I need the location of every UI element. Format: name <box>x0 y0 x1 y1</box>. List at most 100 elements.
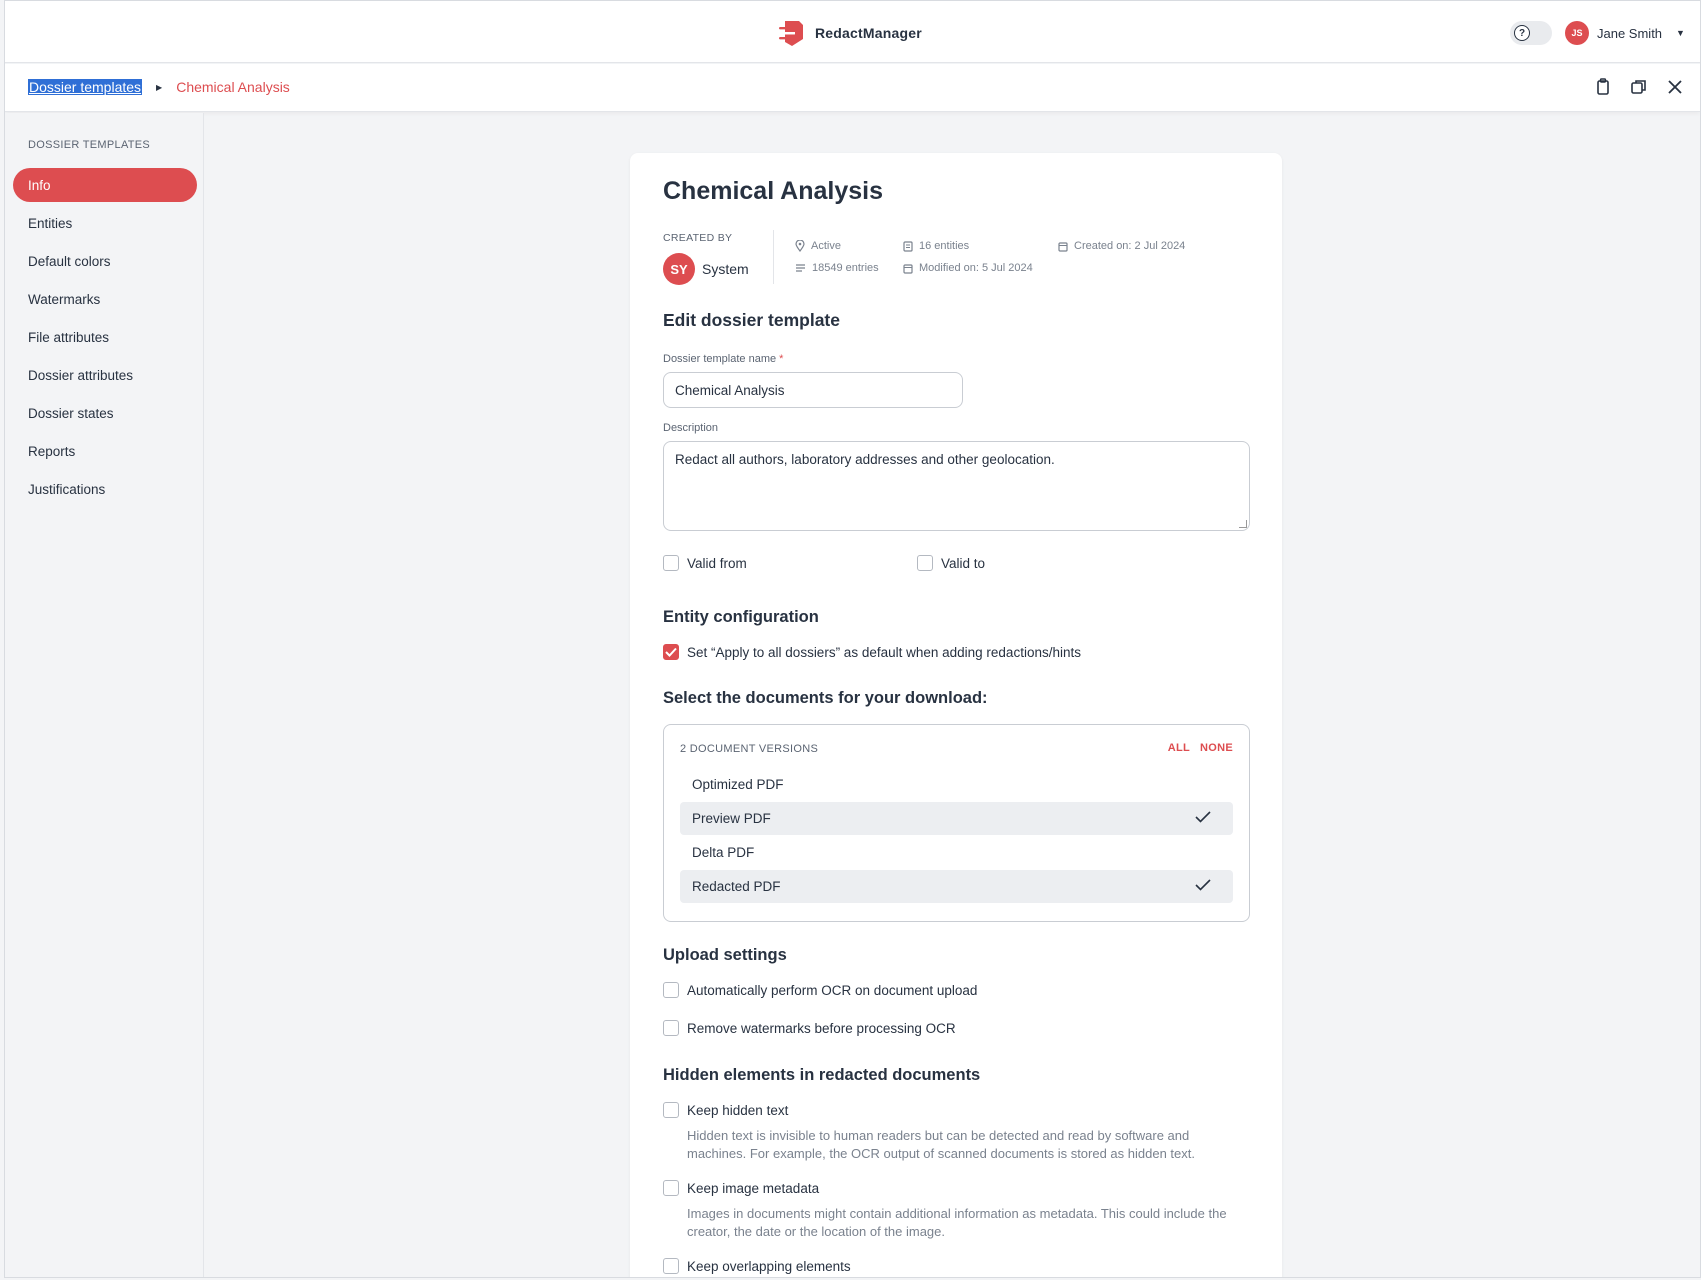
chevron-right-icon: ▶ <box>156 82 163 92</box>
copy-icon <box>1631 80 1646 94</box>
status-text: Active <box>811 240 841 252</box>
close-button[interactable] <box>1664 76 1686 98</box>
checkbox-icon <box>917 555 933 571</box>
entity-config-heading: Entity configuration <box>663 608 819 626</box>
doc-option-label: Preview PDF <box>692 811 771 826</box>
doc-option-redacted-pdf[interactable]: Redacted PDF <box>680 870 1233 903</box>
checkbox-checked-icon <box>663 644 679 660</box>
select-none-link[interactable]: NONE <box>1200 742 1233 754</box>
valid-to-label: Valid to <box>941 555 986 571</box>
checkbox-icon <box>663 1180 679 1196</box>
select-all-link[interactable]: ALL <box>1168 742 1190 754</box>
redactmanager-logo-icon <box>779 21 803 46</box>
sidebar-item-label: Info <box>28 177 51 193</box>
keep-hidden-text-checkbox[interactable]: Keep hidden text <box>663 1102 788 1118</box>
selection-links: ALL NONE <box>1168 742 1233 754</box>
delete-template-button[interactable] <box>1592 76 1614 98</box>
auto-ocr-label: Automatically perform OCR on document up… <box>687 982 978 998</box>
template-name-value: Chemical Analysis <box>675 382 785 398</box>
upload-heading: Upload settings <box>663 946 787 964</box>
checkbox-icon <box>663 1258 679 1274</box>
chevron-down-icon: ▼ <box>1676 28 1685 38</box>
entries-stat: 18549 entries <box>795 262 879 274</box>
breadcrumb-current[interactable]: Chemical Analysis <box>176 79 290 95</box>
sidebar-item-dossier-attributes[interactable]: Dossier attributes <box>13 358 197 392</box>
location-pin-icon <box>795 240 805 252</box>
name-label: Dossier template name * <box>663 353 783 365</box>
created-by-label: CREATED BY <box>663 232 733 244</box>
creator-avatar: SY <box>663 253 695 285</box>
modified-text: Modified on: 5 Jul 2024 <box>919 262 1033 274</box>
list-icon <box>796 264 805 272</box>
creator: SY System <box>663 253 749 285</box>
help-mode-toggle[interactable]: ? <box>1510 21 1552 45</box>
help-icon: ? <box>1514 25 1530 41</box>
description-textarea[interactable]: Redact all authors, laboratory addresses… <box>663 441 1250 531</box>
hidden-elements-heading: Hidden elements in redacted documents <box>663 1066 981 1084</box>
sidebar-item-label: Dossier attributes <box>28 367 134 383</box>
description-label: Description <box>663 422 719 434</box>
document-versions-title: 2 DOCUMENT VERSIONS <box>680 743 819 755</box>
user-name: Jane Smith <box>1597 25 1663 41</box>
checkbox-icon <box>663 982 679 998</box>
calendar-icon <box>903 263 913 274</box>
status-stat: Active <box>795 240 841 252</box>
sidebar-item-watermarks[interactable]: Watermarks <box>13 282 197 316</box>
sidebar-item-reports[interactable]: Reports <box>13 434 197 468</box>
valid-from-checkbox[interactable]: Valid from <box>663 555 747 571</box>
doc-option-preview-pdf[interactable]: Preview PDF <box>680 802 1233 835</box>
apply-all-label: Set “Apply to all dossiers” as default w… <box>687 644 1081 660</box>
sidebar-item-justifications[interactable]: Justifications <box>13 472 197 506</box>
clipboard-icon <box>1597 78 1609 95</box>
doc-option-label: Delta PDF <box>692 845 755 860</box>
downloads-heading: Select the documents for your download: <box>663 689 988 707</box>
breadcrumb-dossier-templates[interactable]: Dossier templates <box>28 79 143 95</box>
created-stat: Created on: 2 Jul 2024 <box>1058 240 1185 252</box>
calendar-icon <box>1058 241 1068 252</box>
sidebar-item-label: Reports <box>28 443 76 459</box>
template-name-input[interactable]: Chemical Analysis <box>663 372 963 408</box>
sidebar-item-label: Entities <box>28 215 73 231</box>
resize-handle-icon[interactable] <box>1239 520 1247 528</box>
sidebar-item-entities[interactable]: Entities <box>13 206 197 240</box>
template-card: Chemical Analysis CREATED BY SY System A… <box>630 153 1282 1277</box>
modified-stat: Modified on: 5 Jul 2024 <box>903 262 1033 274</box>
page-title: Chemical Analysis <box>663 177 884 205</box>
duplicate-template-button[interactable] <box>1628 76 1650 98</box>
auto-ocr-checkbox[interactable]: Automatically perform OCR on document up… <box>663 982 977 998</box>
doc-option-delta-pdf[interactable]: Delta PDF <box>680 836 1233 869</box>
breadcrumb-bar: Dossier templates ▶ Chemical Analysis <box>5 64 1700 112</box>
header-actions <box>1592 76 1686 98</box>
checkmark-icon <box>1195 879 1211 891</box>
remove-watermarks-checkbox[interactable]: Remove watermarks before processing OCR <box>663 1020 956 1036</box>
sidebar-item-default-colors[interactable]: Default colors <box>13 244 197 278</box>
image-metadata-hint: Images in documents might contain additi… <box>687 1206 1227 1239</box>
required-marker: * <box>779 353 784 365</box>
checkmark-icon <box>1195 811 1211 823</box>
sidebar-item-info[interactable]: Info <box>13 168 197 202</box>
keep-overlapping-label: Keep overlapping elements <box>687 1258 851 1274</box>
doc-option-optimized-pdf[interactable]: Optimized PDF <box>680 768 1233 801</box>
created-text: Created on: 2 Jul 2024 <box>1074 240 1186 252</box>
apply-all-checkbox[interactable]: Set “Apply to all dossiers” as default w… <box>663 644 1081 660</box>
remove-watermarks-label: Remove watermarks before processing OCR <box>687 1020 956 1036</box>
valid-to-checkbox[interactable]: Valid to <box>917 555 985 571</box>
entities-stat: 16 entities <box>903 240 969 252</box>
app-window: RedactManager ? JS Jane Smith ▼ Dossier … <box>4 0 1701 1278</box>
user-menu[interactable]: JS Jane Smith ▼ <box>1565 21 1685 45</box>
keep-overlapping-checkbox[interactable]: Keep overlapping elements <box>663 1258 851 1274</box>
keep-image-metadata-checkbox[interactable]: Keep image metadata <box>663 1180 819 1196</box>
entity-icon <box>903 240 913 252</box>
sidebar-item-dossier-states[interactable]: Dossier states <box>13 396 197 430</box>
name-label-text: Dossier template name <box>663 353 777 365</box>
sidebar-item-label: Dossier states <box>28 405 114 421</box>
user-avatar: JS <box>1565 21 1589 45</box>
keep-image-metadata-label: Keep image metadata <box>687 1180 820 1196</box>
sidebar-item-file-attributes[interactable]: File attributes <box>13 320 197 354</box>
entities-text: 16 entities <box>919 240 970 252</box>
brand[interactable]: RedactManager <box>777 18 922 48</box>
hidden-text-hint: Hidden text is invisible to human reader… <box>687 1128 1195 1161</box>
breadcrumb: Dossier templates ▶ Chemical Analysis <box>28 79 290 95</box>
checkbox-icon <box>663 555 679 571</box>
doc-option-label: Redacted PDF <box>692 879 781 894</box>
